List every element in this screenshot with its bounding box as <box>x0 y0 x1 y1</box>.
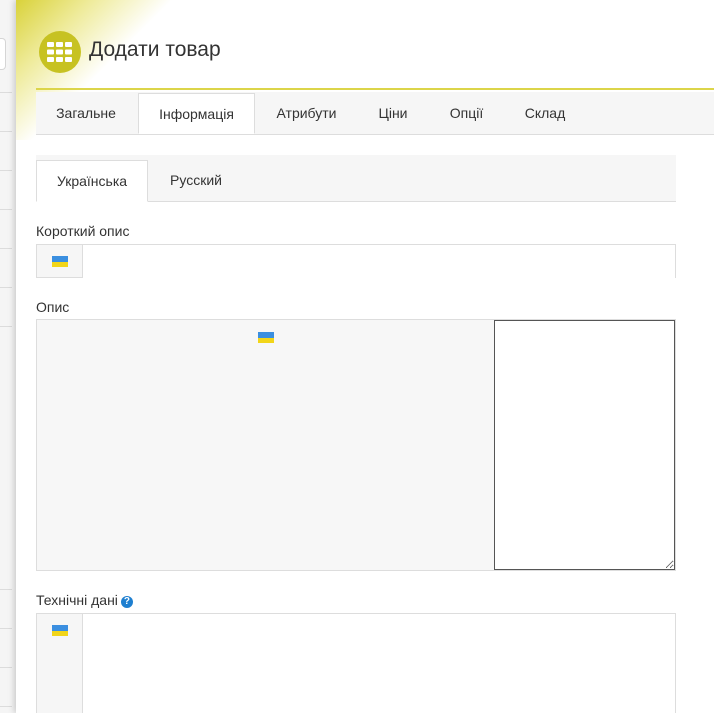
tech-data-group <box>36 613 676 713</box>
main-tabs: Загальне Інформація Атрибути Ціни Опції … <box>36 92 714 135</box>
sidebar-divider <box>0 170 12 171</box>
tab-general[interactable]: Загальне <box>36 92 136 134</box>
language-addon <box>37 245 83 277</box>
short-description-input[interactable] <box>83 245 675 279</box>
short-description-label: Короткий опис <box>36 223 130 239</box>
grid-icon <box>39 31 81 73</box>
tab-options[interactable]: Опції <box>428 92 505 134</box>
sidebar-divider <box>0 326 12 327</box>
sidebar-divider <box>0 248 12 249</box>
sidebar-divider <box>0 92 12 93</box>
tech-data-label-text: Технічні дані <box>36 592 118 608</box>
sidebar-divider <box>0 589 12 590</box>
sidebar-divider <box>0 628 12 629</box>
short-description-group <box>36 244 676 279</box>
language-tabs: Українська Русский <box>36 155 676 202</box>
description-editor <box>36 319 676 571</box>
tab-stock[interactable]: Склад <box>505 92 585 134</box>
sidebar-divider <box>0 667 12 668</box>
sidebar-divider <box>0 209 12 210</box>
language-addon <box>37 614 83 713</box>
description-label: Опис <box>36 299 70 315</box>
tech-data-label: Технічні дані? <box>36 592 133 608</box>
sidebar-collapsed-control[interactable] <box>0 38 6 70</box>
ukraine-flag-icon <box>258 332 274 343</box>
sidebar-divider <box>0 131 12 132</box>
sidebar-edge <box>0 0 16 713</box>
sidebar-divider <box>0 706 12 707</box>
tech-data-textarea[interactable] <box>83 614 675 713</box>
tab-attributes[interactable]: Атрибути <box>255 92 358 134</box>
tab-information[interactable]: Інформація <box>138 93 255 134</box>
page-header: Додати товар <box>36 0 714 90</box>
page-title: Додати товар <box>89 38 221 61</box>
sidebar-divider <box>0 287 12 288</box>
description-textarea[interactable] <box>494 320 675 570</box>
ukraine-flag-icon <box>52 625 68 636</box>
tab-lang-ukrainian[interactable]: Українська <box>36 160 148 202</box>
ukraine-flag-icon <box>52 256 68 267</box>
tab-prices[interactable]: Ціни <box>358 92 428 134</box>
question-circle-icon[interactable]: ? <box>120 596 133 608</box>
main-panel: Додати товар Загальне Інформація Атрибут… <box>16 0 714 713</box>
tab-lang-russian[interactable]: Русский <box>150 155 242 201</box>
